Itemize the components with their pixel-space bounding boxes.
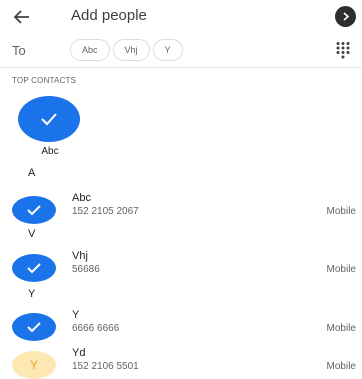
section-letter: A bbox=[28, 167, 36, 179]
app-bar: Add people bbox=[0, 0, 362, 34]
contact-row[interactable]: Y Yd 152 2106 5501 Mobile bbox=[0, 347, 362, 379]
contact-name: Vhj bbox=[72, 250, 88, 262]
phone-type: Mobile bbox=[326, 361, 356, 372]
contact-phone: 6666 6666 bbox=[72, 323, 120, 334]
avatar bbox=[12, 196, 56, 224]
section-letter: V bbox=[28, 228, 36, 240]
contact-name: Y bbox=[72, 309, 80, 321]
avatar bbox=[12, 313, 56, 341]
dialpad-icon bbox=[336, 42, 350, 59]
recipient-chips: Abc Vhj Y bbox=[70, 39, 183, 61]
contact-row[interactable]: Abc 152 2105 2067 Mobile bbox=[0, 192, 362, 228]
divider bbox=[0, 67, 362, 68]
to-label: To bbox=[12, 43, 26, 58]
dialpad-button[interactable] bbox=[334, 41, 352, 59]
top-contact-name: Abc bbox=[41, 146, 59, 157]
contact-name: Abc bbox=[72, 192, 91, 204]
contact-row[interactable]: Y 6666 6666 Mobile bbox=[0, 309, 362, 345]
avatar: Y bbox=[12, 351, 56, 379]
check-icon bbox=[27, 263, 41, 274]
top-contact-item[interactable]: Abc bbox=[18, 96, 82, 157]
phone-type: Mobile bbox=[326, 264, 356, 275]
contact-phone: 152 2106 5501 bbox=[72, 361, 139, 372]
avatar bbox=[18, 96, 80, 142]
next-button[interactable] bbox=[335, 6, 356, 27]
recipient-chip[interactable]: Abc bbox=[70, 39, 110, 61]
contact-row[interactable]: Vhj 56686 Mobile bbox=[0, 250, 362, 286]
contact-phone: 56686 bbox=[72, 264, 100, 275]
recipient-chip[interactable]: Vhj bbox=[112, 39, 150, 61]
back-button[interactable] bbox=[10, 5, 34, 29]
check-icon bbox=[27, 205, 41, 216]
recipient-chip[interactable]: Y bbox=[152, 39, 183, 61]
arrow-back-icon bbox=[14, 10, 29, 24]
avatar bbox=[12, 254, 56, 282]
check-icon bbox=[27, 322, 41, 333]
contact-name: Yd bbox=[72, 347, 86, 359]
contact-phone: 152 2105 2067 bbox=[72, 206, 139, 217]
chevron-right-icon bbox=[343, 12, 350, 21]
top-contacts-title: TOP CONTACTS bbox=[12, 76, 77, 85]
phone-type: Mobile bbox=[326, 206, 356, 217]
check-icon bbox=[41, 113, 57, 126]
phone-type: Mobile bbox=[326, 323, 356, 334]
recipients-row: To Abc Vhj Y bbox=[0, 34, 362, 66]
section-letter: Y bbox=[28, 288, 36, 300]
page-title: Add people bbox=[71, 7, 147, 24]
